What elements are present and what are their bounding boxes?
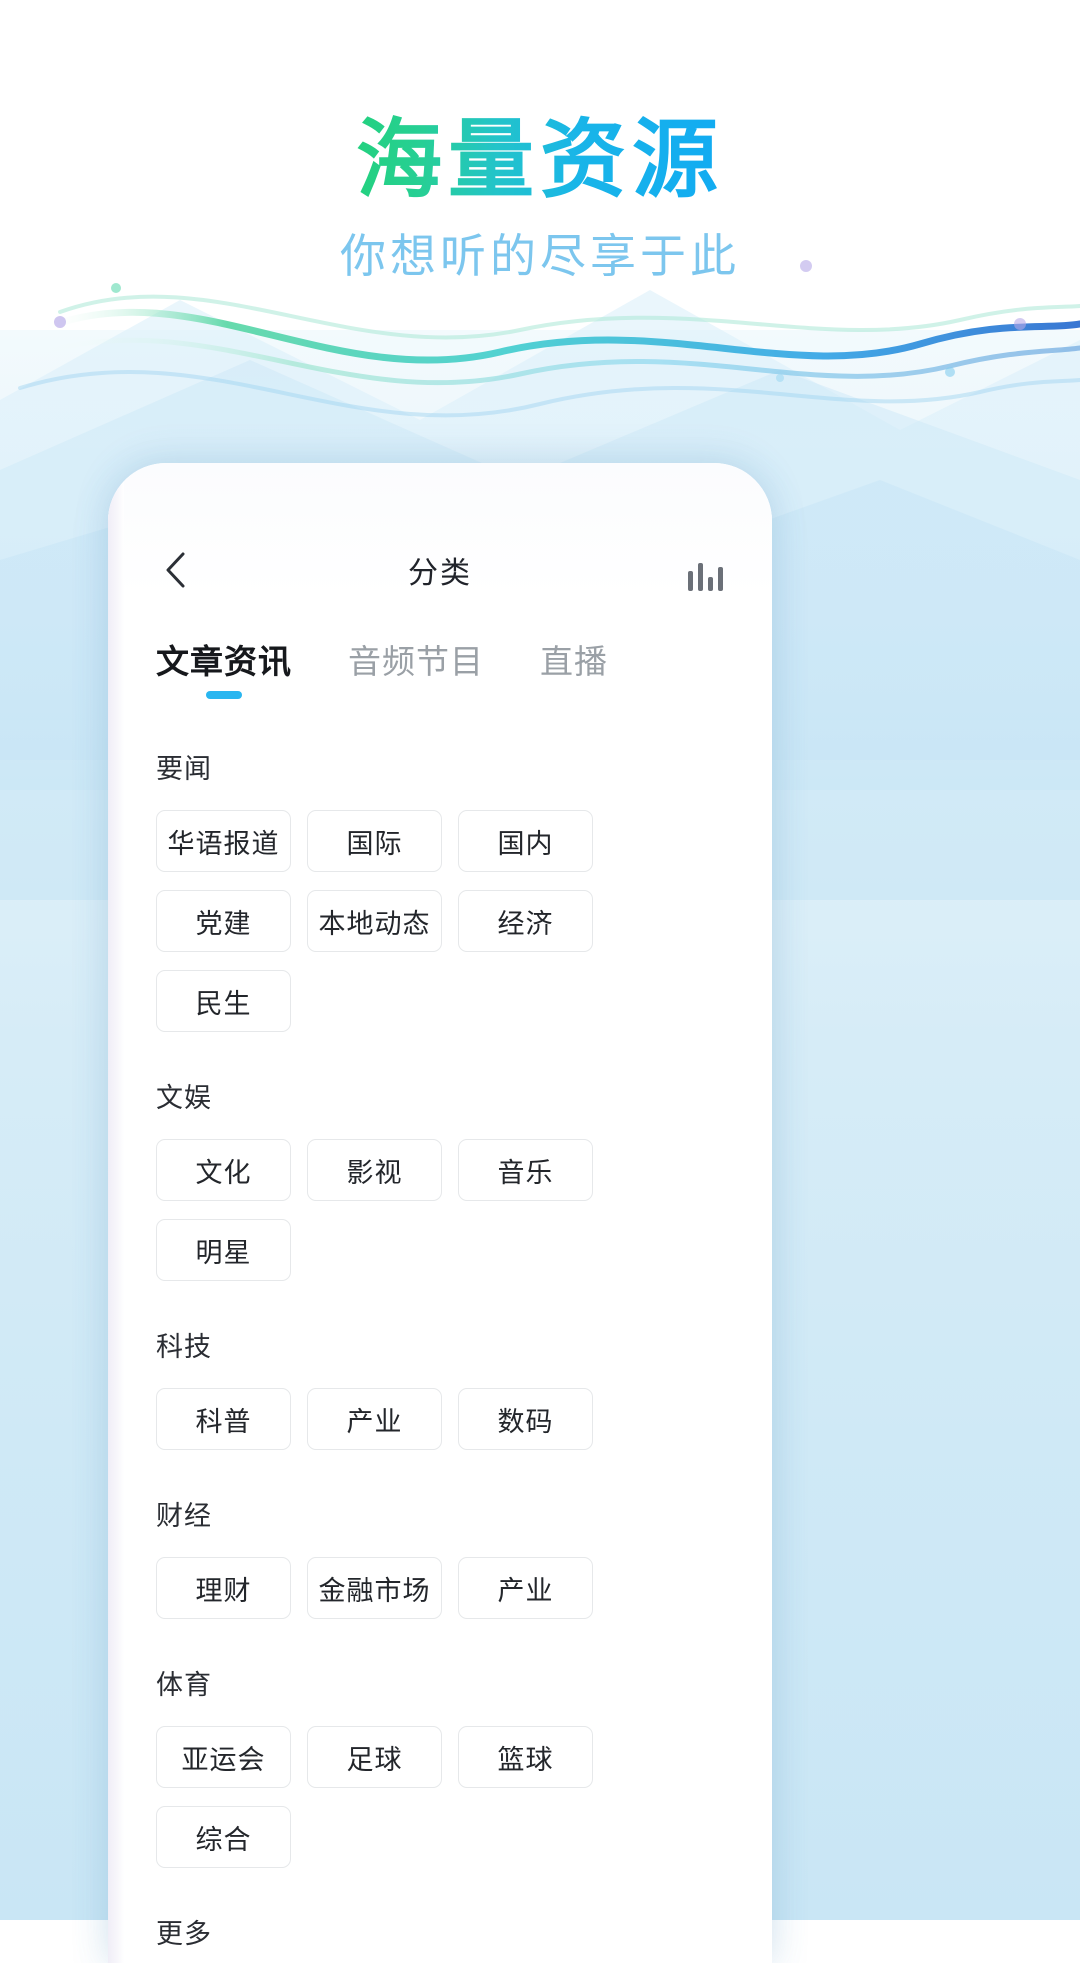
category-section: 文娱文化 影视 音乐明星 <box>156 1076 732 1281</box>
category-chip[interactable]: 理财 <box>156 1557 291 1619</box>
category-tabs: 文章资讯 音频节目 直播 <box>156 635 752 707</box>
page-subtitle: 你想听的尽享于此 <box>340 230 740 283</box>
app-navbar: 分类 <box>108 533 772 607</box>
category-chip[interactable]: 影视 <box>307 1139 442 1201</box>
tab-live[interactable]: 直播 <box>540 635 608 699</box>
category-chip[interactable]: 党建 <box>156 890 291 952</box>
category-chip[interactable]: 国内 <box>458 810 593 872</box>
tab-label: 文章资讯 <box>156 643 292 680</box>
category-chip[interactable]: 科普 <box>156 1388 291 1450</box>
category-chip[interactable]: 产业 <box>307 1388 442 1450</box>
category-section: 财经理财 金融市场 产业 <box>156 1494 732 1619</box>
tab-active-indicator <box>206 691 242 699</box>
category-chip[interactable]: 本地动态 <box>307 890 442 952</box>
category-chip[interactable]: 音乐 <box>458 1139 593 1201</box>
section-title: 财经 <box>156 1501 212 1531</box>
tab-articles[interactable]: 文章资讯 <box>156 635 292 699</box>
bar-chart-icon[interactable] <box>682 549 728 591</box>
category-section: 体育亚运会 足球 篮球综合 <box>156 1663 732 1868</box>
section-title: 体育 <box>156 1670 212 1700</box>
chip-group: 科普 产业 数码 <box>156 1388 732 1450</box>
section-title: 科技 <box>156 1332 212 1362</box>
category-chip[interactable]: 足球 <box>307 1726 442 1788</box>
tab-audio[interactable]: 音频节目 <box>348 635 484 699</box>
category-chip[interactable]: 金融市场 <box>307 1557 442 1619</box>
navbar-title: 分类 <box>408 557 472 590</box>
category-chip[interactable]: 华语报道 <box>156 810 291 872</box>
category-chip[interactable]: 经济 <box>458 890 593 952</box>
section-title: 更多 <box>156 1919 212 1949</box>
back-button[interactable] <box>154 548 198 592</box>
phone-mockup: 分类 文章资讯 音频节目 直播 要闻华语报道 国际 国内党建 本地动态 经济民生文娱文化… <box>108 463 772 1963</box>
section-title: 文娱 <box>156 1083 212 1113</box>
category-list: 要闻 华语报道 国际 国内 党建 本地动态 经济 民生 文娱 文化 影视 音乐 明星 科技 科普 产业 数码 财经… <box>108 725 772 1963</box>
category-chip[interactable]: 民生 <box>156 970 291 1032</box>
page-title: 海量资源 <box>356 112 724 208</box>
category-section: 科技科普 产业 数码 <box>156 1325 732 1450</box>
hero-banner: 海量资源 你想听的尽享于此 <box>0 0 1080 286</box>
category-chip[interactable]: 篮球 <box>458 1726 593 1788</box>
category-section: 要闻华语报道 国际 国内党建 本地动态 经济民生 <box>156 747 732 1032</box>
category-chip[interactable]: 国际 <box>307 810 442 872</box>
category-chip[interactable]: 文化 <box>156 1139 291 1201</box>
chip-group: 理财 金融市场 产业 <box>156 1557 732 1619</box>
category-chip[interactable]: 产业 <box>458 1557 593 1619</box>
chip-group: 华语报道 国际 国内党建 本地动态 经济民生 <box>156 810 732 1032</box>
chip-group: 亚运会 足球 篮球综合 <box>156 1726 732 1868</box>
category-chip[interactable]: 明星 <box>156 1219 291 1281</box>
category-chip[interactable]: 数码 <box>458 1388 593 1450</box>
chip-group: 文化 影视 音乐明星 <box>156 1139 732 1281</box>
phone-screen: 分类 文章资讯 音频节目 直播 要闻华语报道 国际 国内党建 本地动态 经济民生文娱文化… <box>108 463 772 1963</box>
category-chip[interactable]: 亚运会 <box>156 1726 291 1788</box>
tab-label: 直播 <box>540 643 608 680</box>
category-chip[interactable]: 综合 <box>156 1806 291 1868</box>
tab-label: 音频节目 <box>348 643 484 680</box>
section-title: 要闻 <box>156 754 212 784</box>
chevron-left-icon <box>166 552 185 588</box>
